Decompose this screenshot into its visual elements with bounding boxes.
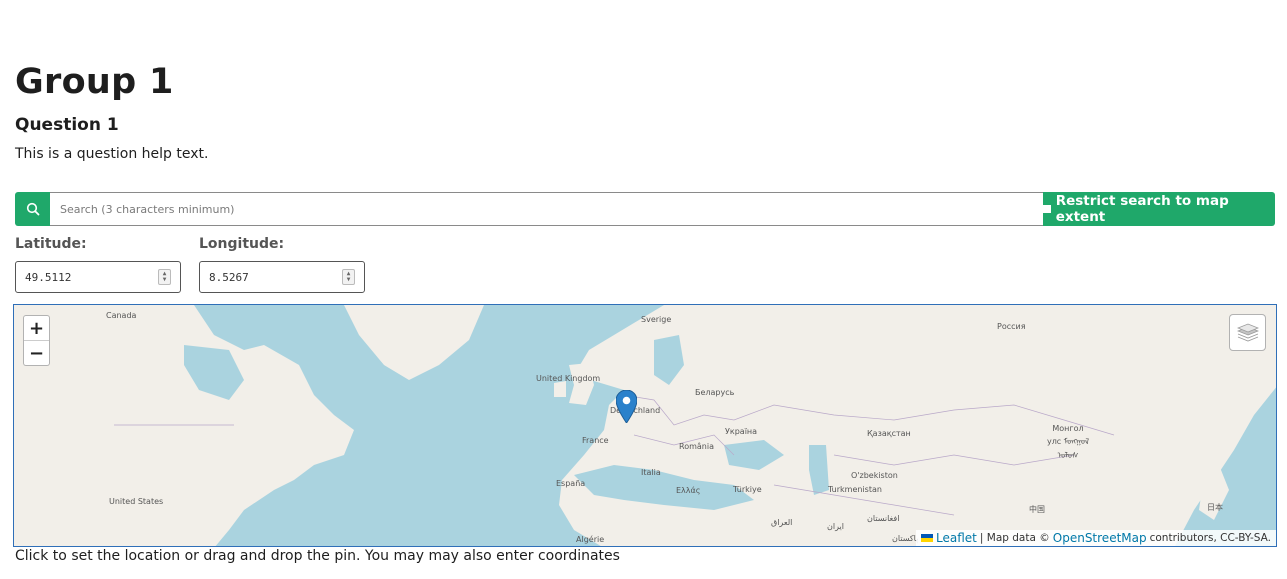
map-label-kazakhstan: Қазақстан xyxy=(867,429,911,438)
search-input[interactable] xyxy=(50,192,1043,226)
search-icon xyxy=(26,202,39,216)
restrict-checkbox[interactable] xyxy=(1043,205,1051,213)
map-label-belarus: Беларусь xyxy=(695,388,735,397)
group-title: Group 1 xyxy=(15,62,174,102)
map-label-japan: 日本 xyxy=(1207,503,1223,512)
longitude-spinner[interactable]: ▲ ▼ xyxy=(342,269,355,285)
map-label-china: 中国 xyxy=(1029,505,1045,514)
restrict-search-toggle[interactable]: Restrict search to map extent xyxy=(1043,192,1275,226)
map-label-iran: ایران xyxy=(827,522,844,531)
map-search-bar: Restrict search to map extent xyxy=(15,192,1275,226)
map-label-russia: Россия xyxy=(997,322,1026,331)
map-attribution: Leaflet | Map data © OpenStreetMap contr… xyxy=(916,530,1276,546)
map-label-uk: United Kingdom xyxy=(536,374,601,383)
map-container[interactable]: Canada Sverige Россия United Kingdom Бел… xyxy=(13,304,1277,547)
attribution-separator: | Map data © xyxy=(979,532,1050,544)
map-label-united-states: United States xyxy=(109,497,164,506)
map-label-algerie: Algérie xyxy=(576,535,605,544)
map-label-pakistan: پاکستان xyxy=(892,534,919,543)
layers-icon xyxy=(1236,323,1259,341)
location-pin-icon[interactable] xyxy=(616,390,637,423)
longitude-input[interactable]: 8.5267 ▲ ▼ xyxy=(199,261,365,293)
search-button[interactable] xyxy=(15,192,50,226)
osm-link[interactable]: OpenStreetMap xyxy=(1053,531,1147,545)
map-label-sverige: Sverige xyxy=(641,315,672,324)
zoom-control: + − xyxy=(23,315,50,366)
map-label-uzbekistan: O'zbekiston xyxy=(851,471,898,480)
map-label-mongolia: Монгол улс ᠮᠣᠩᠭᠣᠯ ᠤᠯᠤᠰ xyxy=(1046,424,1090,460)
latitude-value: 49.5112 xyxy=(25,270,72,284)
longitude-label: Longitude: xyxy=(199,236,285,252)
leaflet-link[interactable]: Leaflet xyxy=(936,531,977,545)
attribution-rest: contributors, CC-BY-SA. xyxy=(1149,532,1271,544)
map-label-turkmenistan: Turkmenistan xyxy=(828,485,882,494)
question-help-text: This is a question help text. xyxy=(15,146,209,162)
map-label-turkiye: Türkiye xyxy=(733,485,762,494)
map-instructions: Click to set the location or drag and dr… xyxy=(15,548,620,564)
layers-button[interactable] xyxy=(1229,314,1266,351)
zoom-out-button[interactable]: − xyxy=(24,340,49,365)
restrict-label: Restrict search to map extent xyxy=(1055,193,1229,225)
map-label-afghanistan: افغانستان xyxy=(867,514,900,523)
map-label-italia: Italia xyxy=(641,468,661,477)
map-label-greece: Ελλάς xyxy=(676,486,701,495)
map-label-ukraine: Україна xyxy=(725,427,758,436)
latitude-spinner[interactable]: ▲ ▼ xyxy=(158,269,171,285)
map-label-canada: Canada xyxy=(106,311,137,320)
map-label-iraq: العراق xyxy=(771,518,793,527)
longitude-value: 8.5267 xyxy=(209,270,249,284)
map-label-france: France xyxy=(582,436,609,445)
latitude-label: Latitude: xyxy=(15,236,87,252)
map-label-romania: România xyxy=(679,442,714,451)
latitude-input[interactable]: 49.5112 ▲ ▼ xyxy=(15,261,181,293)
ukraine-flag-icon xyxy=(921,534,934,542)
zoom-in-button[interactable]: + xyxy=(24,316,49,340)
map-label-espana: España xyxy=(556,479,586,488)
question-title: Question 1 xyxy=(15,115,119,135)
